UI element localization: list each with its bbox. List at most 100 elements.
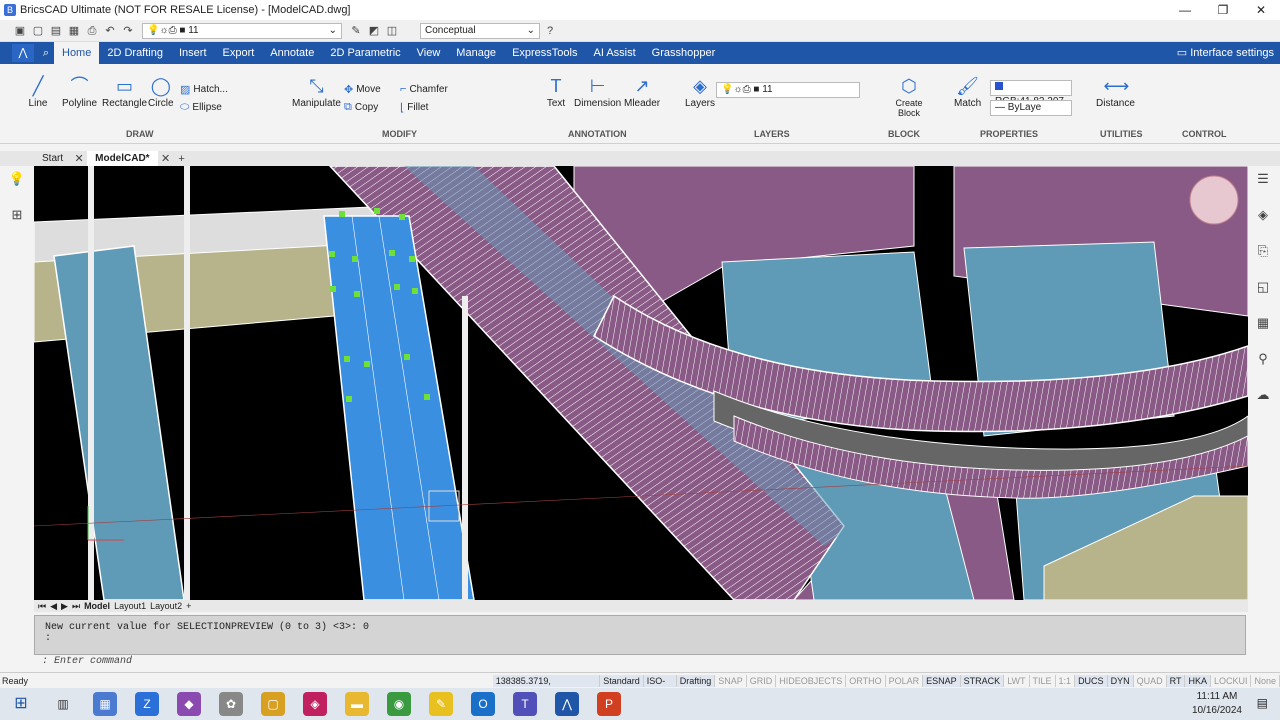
tab-layout1[interactable]: Layout1 xyxy=(114,601,146,611)
layers-tool[interactable]: ◈ Layers xyxy=(685,74,715,109)
linetype-dropdown[interactable]: — ByLaye xyxy=(990,100,1072,116)
add-layout-button[interactable]: + xyxy=(186,601,191,611)
dimension-tool[interactable]: ⊢ Dimension xyxy=(574,74,621,109)
tab-2d-parametric[interactable]: 2D Parametric xyxy=(322,42,408,64)
undo-icon[interactable]: ↶ xyxy=(102,23,118,39)
chamfer-tool[interactable]: ⌐ Chamfer xyxy=(400,83,448,95)
tab-expresstools[interactable]: ExpressTools xyxy=(504,42,585,64)
bricscad-taskbar-icon[interactable]: ⋀ xyxy=(555,692,579,716)
open-icon[interactable]: ▤ xyxy=(48,23,64,39)
interface-settings-button[interactable]: ▭ Interface settings xyxy=(1177,42,1274,64)
status-toggle-11[interactable]: 1:1 xyxy=(1056,674,1076,687)
layer-current-dropdown[interactable]: 💡☼⎙ ■ 11 xyxy=(716,82,860,98)
status-toggle-lockui[interactable]: LOCKUI xyxy=(1211,674,1252,687)
layer-state-icon[interactable]: ◩ xyxy=(366,23,382,39)
status-toggle-dyn[interactable]: DYN xyxy=(1107,674,1134,687)
save-icon[interactable]: ▣ xyxy=(12,23,28,39)
status-toggle-esnap[interactable]: ESNAP xyxy=(923,674,961,687)
status-toggle-snap[interactable]: SNAP xyxy=(715,674,747,687)
status-toggle-strack[interactable]: STRACK xyxy=(960,674,1005,687)
chrome-icon[interactable]: ◉ xyxy=(387,692,411,716)
status-toggle-ducs[interactable]: DUCS xyxy=(1075,674,1108,687)
minimize-button[interactable]: — xyxy=(1166,0,1204,20)
status-toggle-lwt[interactable]: LWT xyxy=(1004,674,1030,687)
workspace-status[interactable]: Drafting xyxy=(676,674,716,687)
library-icon[interactable]: ▦ xyxy=(1254,314,1272,332)
status-toggle-hka[interactable]: HKA xyxy=(1185,674,1211,687)
close-active-tab-icon[interactable]: ✕ xyxy=(158,151,174,167)
first-layout-icon[interactable]: ⏮ xyxy=(38,601,46,612)
app-menu-button[interactable]: ⋀ xyxy=(12,44,34,62)
tab-annotate[interactable]: Annotate xyxy=(262,42,322,64)
new-tab-button[interactable]: + xyxy=(174,151,190,167)
tab-manage[interactable]: Manage xyxy=(448,42,504,64)
color-dropdown[interactable]: RGB:41,82,207 xyxy=(990,80,1072,107)
status-toggle-ortho[interactable]: ORTHO xyxy=(846,674,886,687)
status-toggle-hideobjects[interactable]: HIDEOBJECTS xyxy=(776,674,847,687)
tab-insert[interactable]: Insert xyxy=(171,42,215,64)
print-icon[interactable]: ⎙ xyxy=(84,23,100,39)
task-view-icon[interactable]: ▥ xyxy=(51,692,75,716)
rectangle-tool[interactable]: ▭ Rectangle xyxy=(102,74,147,109)
distance-tool[interactable]: ⟷ Distance xyxy=(1096,74,1135,109)
outlook-icon[interactable]: O xyxy=(471,692,495,716)
tab-2d-drafting[interactable]: 2D Drafting xyxy=(99,42,171,64)
layer-prev-icon[interactable]: ◫ xyxy=(384,23,400,39)
last-layout-icon[interactable]: ⏭ xyxy=(72,601,80,612)
tab-start[interactable]: Start xyxy=(34,151,71,166)
drawing-viewport[interactable] xyxy=(34,166,1248,600)
status-toggle-polar[interactable]: POLAR xyxy=(886,674,924,687)
notifications-icon[interactable]: ▤ xyxy=(1257,696,1268,710)
prev-layout-icon[interactable]: ◀ xyxy=(50,601,57,612)
layers-panel-icon[interactable]: ◈ xyxy=(1254,206,1272,224)
text-style-status[interactable]: Standard xyxy=(600,674,644,687)
status-toggle-grid[interactable]: GRID xyxy=(747,674,777,687)
move-tool[interactable]: ✥ Move xyxy=(344,83,381,96)
attach-icon[interactable]: ⎘ xyxy=(1254,242,1272,260)
tab-layout2[interactable]: Layout2 xyxy=(150,601,182,611)
notes-icon[interactable]: ✎ xyxy=(429,692,453,716)
new-icon[interactable]: ▢ xyxy=(30,23,46,39)
help-icon[interactable]: ? xyxy=(542,23,558,39)
tab-ai-assist[interactable]: AI Assist xyxy=(585,42,643,64)
app3-icon[interactable]: ◈ xyxy=(303,692,327,716)
zalo-icon[interactable]: Z xyxy=(135,692,159,716)
status-toggle-none[interactable]: None xyxy=(1251,674,1280,687)
save-as-icon[interactable]: ▦ xyxy=(66,23,82,39)
close-tab-icon[interactable]: ✕ xyxy=(71,151,87,167)
visual-style-dropdown[interactable]: Conceptual ⌄ xyxy=(420,22,540,39)
close-button[interactable]: ✕ xyxy=(1242,0,1280,20)
tab-grasshopper[interactable]: Grasshopper xyxy=(644,42,724,64)
system-clock[interactable]: 11:11 AM 10/16/2024 xyxy=(1192,690,1242,718)
hatch-tool[interactable]: ▨ Hatch... xyxy=(180,83,228,96)
manipulate-tool[interactable]: ⤡ Manipulate xyxy=(292,74,341,109)
tab-modelcad[interactable]: ModelCAD* xyxy=(87,151,158,166)
structure-icon[interactable]: ⊞ xyxy=(8,206,26,224)
tab-view[interactable]: View xyxy=(409,42,449,64)
command-input[interactable]: : Enter command xyxy=(34,656,1246,670)
search-icon[interactable]: ⌕ xyxy=(38,45,54,61)
layer-dropdown[interactable]: 💡☼⎙ ■ 11 ⌄ xyxy=(142,22,342,39)
fillet-tool[interactable]: ⌊ Fillet xyxy=(400,101,428,114)
files-icon[interactable]: ▢ xyxy=(261,692,285,716)
teams-icon[interactable]: T xyxy=(513,692,537,716)
folder-icon[interactable]: ▬ xyxy=(345,692,369,716)
circle-tool[interactable]: ◯ Circle xyxy=(148,74,174,109)
text-tool[interactable]: T Text xyxy=(544,74,568,109)
draw-order-icon[interactable]: ◱ xyxy=(1254,278,1272,296)
redo-icon[interactable]: ↷ xyxy=(120,23,136,39)
app2-icon[interactable]: ✿ xyxy=(219,692,243,716)
match-tool[interactable]: 🖌 Match xyxy=(954,74,981,109)
properties-panel-icon[interactable]: ☰ xyxy=(1254,170,1272,188)
tips-icon[interactable]: 💡 xyxy=(8,170,26,188)
calculator-icon[interactable]: ▦ xyxy=(93,692,117,716)
coordinates-readout[interactable]: 138385.3719, 9714.1729, 0 xyxy=(492,674,601,698)
mleader-tool[interactable]: ↗ Mleader xyxy=(624,74,660,109)
polyline-tool[interactable]: ⌒ Polyline xyxy=(62,74,97,109)
app-icon[interactable]: ◆ xyxy=(177,692,201,716)
line-tool[interactable]: ╱ Line xyxy=(26,74,50,109)
copy-tool[interactable]: ⧉ Copy xyxy=(344,101,378,114)
maximize-button[interactable]: ❐ xyxy=(1204,0,1242,20)
next-layout-icon[interactable]: ▶ xyxy=(61,601,68,612)
match-props-icon[interactable]: ✎ xyxy=(348,23,364,39)
